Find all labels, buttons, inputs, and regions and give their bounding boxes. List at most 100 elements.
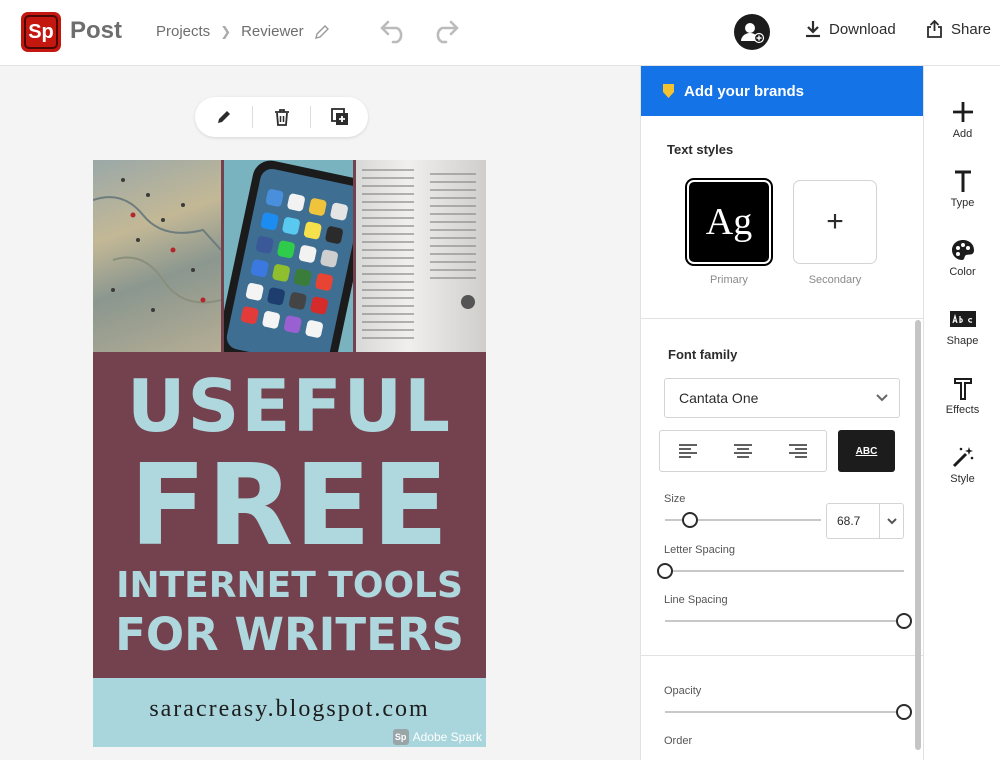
rail-color-label: Color: [949, 266, 976, 278]
map-photo[interactable]: [93, 160, 222, 352]
size-input[interactable]: 68.7: [826, 503, 904, 539]
undo-icon[interactable]: [379, 18, 409, 44]
size-dropdown-button[interactable]: [879, 504, 903, 538]
size-label: Size: [664, 493, 686, 505]
align-right-icon: [789, 444, 808, 458]
duplicate-icon: [330, 108, 348, 125]
align-right-button[interactable]: [771, 431, 826, 471]
effects-icon: [953, 378, 972, 400]
spark-logo[interactable]: Sp: [21, 12, 61, 52]
footer-band[interactable]: saracreasy.blogspot.com Sp Adobe Spark: [93, 678, 486, 747]
breadcrumb: Projects ❯ Reviewer: [156, 23, 330, 40]
line-spacing-label: Line Spacing: [664, 594, 728, 606]
uppercase-icon: ABC: [855, 445, 878, 457]
design-canvas: USEFUL FREE INTERNET TOOLS FOR WRITERS s…: [0, 66, 640, 760]
top-bar: Sp Post Projects ❯ Reviewer Download Sha…: [0, 0, 1000, 66]
plus-icon: [952, 102, 973, 122]
brand-shield-icon: [663, 84, 674, 98]
watermark-text: Adobe Spark: [412, 730, 482, 744]
font-family-title: Font family: [668, 347, 738, 362]
rail-color[interactable]: Color: [924, 236, 1000, 278]
chevron-down-icon: [886, 518, 897, 525]
headline-free[interactable]: FREE: [93, 450, 486, 562]
rail-shape-label: Shape: [946, 335, 979, 347]
share-icon: [927, 20, 942, 38]
book-photo[interactable]: [356, 160, 486, 352]
chevron-right-icon: ❯: [220, 23, 232, 39]
rail-style[interactable]: Style: [924, 443, 1000, 485]
section-divider: [641, 655, 924, 656]
primary-label: Primary: [710, 274, 748, 286]
line-spacing-handle[interactable]: [896, 613, 912, 629]
rail-style-label: Style: [950, 473, 975, 485]
invite-collaborator-button[interactable]: [734, 14, 770, 50]
open-book-illustration: [362, 169, 476, 339]
project-title[interactable]: Reviewer: [241, 23, 304, 40]
align-center-icon: [733, 444, 752, 458]
text-styles-title: Text styles: [667, 142, 734, 157]
add-user-icon: [741, 23, 765, 44]
poster-design[interactable]: USEFUL FREE INTERNET TOOLS FOR WRITERS s…: [93, 160, 486, 747]
size-value: 68.7: [837, 514, 861, 528]
element-toolbar: [195, 97, 368, 137]
letter-spacing-handle[interactable]: [657, 563, 673, 579]
secondary-label: Secondary: [808, 274, 862, 286]
letter-spacing-track[interactable]: [665, 570, 904, 572]
delete-button[interactable]: [253, 97, 310, 137]
font-family-value: Cantata One: [679, 390, 759, 406]
font-family-dropdown[interactable]: Cantata One: [664, 378, 900, 418]
add-brands-label: Add your brands: [684, 82, 805, 100]
pencil-icon[interactable]: [314, 24, 330, 40]
align-left-icon: [678, 444, 697, 458]
section-divider: [641, 318, 924, 319]
opacity-handle[interactable]: [896, 704, 912, 720]
align-center-button[interactable]: [715, 431, 770, 471]
share-button[interactable]: Share: [926, 20, 991, 38]
edit-button[interactable]: [195, 97, 252, 137]
blog-url-text[interactable]: saracreasy.blogspot.com: [93, 696, 486, 723]
duplicate-button[interactable]: [311, 97, 368, 137]
text-properties-panel: Add your brands Text styles Ag + Primary…: [640, 66, 924, 760]
type-icon: [954, 170, 971, 192]
add-brands-button[interactable]: Add your brands: [641, 66, 924, 116]
rail-type-label: Type: [950, 197, 975, 209]
download-button[interactable]: Download: [805, 20, 896, 38]
order-label: Order: [664, 735, 693, 747]
share-label: Share: [951, 20, 992, 38]
primary-text-style-tile[interactable]: Ag: [687, 180, 771, 264]
phone-photo[interactable]: [218, 160, 371, 375]
headline-useful[interactable]: USEFUL: [93, 370, 486, 442]
letter-spacing-label: Letter Spacing: [664, 544, 735, 556]
chevron-down-icon: [876, 394, 888, 402]
rail-add-label: Add: [952, 128, 973, 140]
rail-type[interactable]: Type: [924, 167, 1000, 209]
opacity-label: Opacity: [664, 685, 702, 697]
uppercase-toggle[interactable]: ABC: [838, 430, 895, 472]
map-pins-illustration: [93, 178, 222, 312]
opacity-track[interactable]: [665, 711, 904, 713]
size-slider-handle[interactable]: [681, 512, 698, 528]
abc-shape-icon: [949, 311, 976, 327]
headline-internet-tools[interactable]: INTERNET TOOLS: [93, 568, 486, 604]
download-label: Download: [829, 20, 896, 38]
redo-icon[interactable]: [430, 18, 460, 44]
pencil-icon: [217, 111, 230, 123]
line-spacing-track[interactable]: [665, 620, 904, 622]
spark-watermark-logo: Sp: [392, 729, 409, 745]
smartphone-illustration: [218, 160, 371, 375]
headline-for-writers[interactable]: FOR WRITERS: [93, 612, 486, 657]
trash-icon: [274, 109, 289, 126]
rail-add[interactable]: Add: [924, 98, 1000, 140]
rail-shape[interactable]: Shape: [924, 305, 1000, 347]
breadcrumb-projects[interactable]: Projects: [156, 23, 210, 40]
app-name: Post: [70, 17, 123, 44]
rail-effects-label: Effects: [945, 404, 980, 416]
download-icon: [806, 21, 820, 38]
panel-scrollbar[interactable]: [915, 320, 921, 750]
align-left-button[interactable]: [660, 431, 715, 471]
secondary-text-style-tile[interactable]: +: [793, 180, 877, 264]
adobe-spark-watermark[interactable]: Sp Adobe Spark: [392, 729, 482, 745]
magic-wand-icon: [952, 447, 973, 468]
tool-rail: Add Type Color Shape Effects Style: [923, 66, 1000, 760]
rail-effects[interactable]: Effects: [924, 374, 1000, 416]
